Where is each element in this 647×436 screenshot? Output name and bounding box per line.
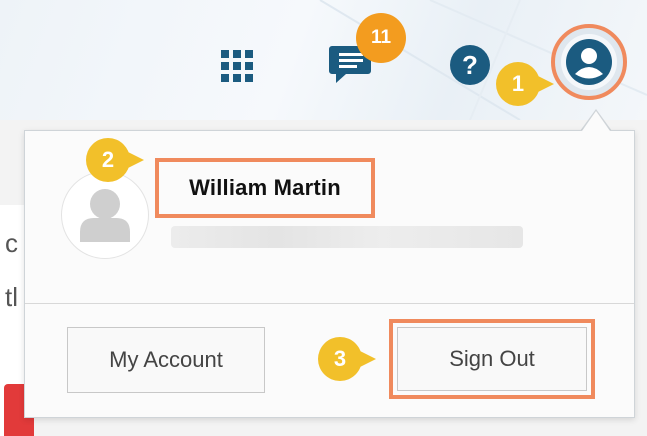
callout-number: 3	[318, 337, 362, 381]
background-text-fragment: c	[5, 228, 18, 258]
notification-count-badge: 11	[356, 13, 406, 63]
dropdown-pointer-fill	[582, 111, 610, 131]
callout-number: 1	[496, 62, 540, 106]
background-text-fragment: tl	[5, 282, 18, 312]
help-icon[interactable]: ?	[449, 44, 491, 86]
sign-out-button[interactable]: Sign Out	[397, 327, 587, 391]
user-profile-button[interactable]	[551, 24, 627, 100]
user-name-highlight: William Martin	[155, 158, 375, 218]
menu-divider	[25, 303, 634, 304]
my-account-button[interactable]: My Account	[67, 327, 265, 393]
user-email-blurred	[171, 226, 523, 248]
user-avatar-placeholder	[61, 171, 149, 259]
callout-number: 2	[86, 138, 130, 182]
top-header-bar: 11 ?	[0, 0, 647, 120]
header-background-decoration	[319, 0, 647, 120]
apps-grid-icon[interactable]	[217, 44, 257, 84]
user-icon	[566, 39, 612, 85]
user-name: William Martin	[189, 175, 341, 200]
svg-text:?: ?	[462, 50, 478, 80]
